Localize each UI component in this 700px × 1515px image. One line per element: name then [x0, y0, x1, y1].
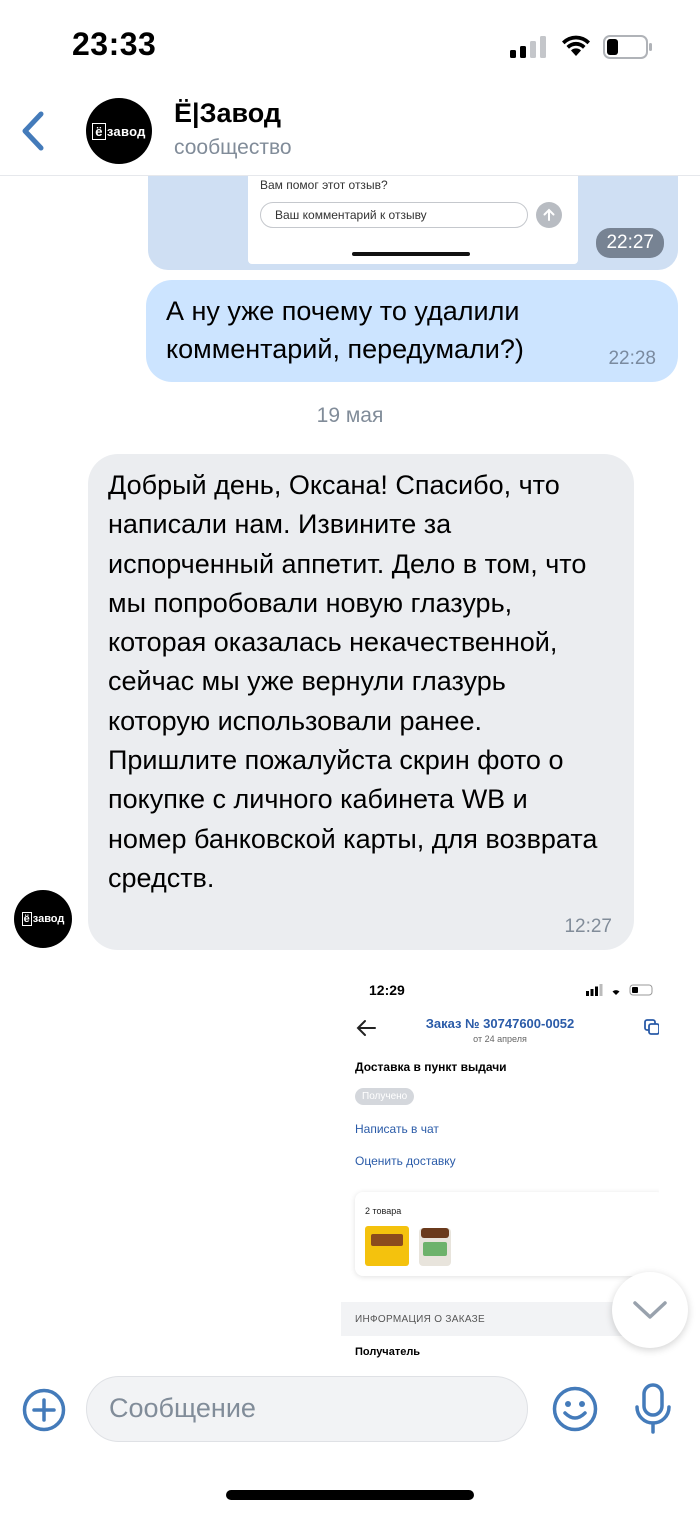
back-button[interactable]	[14, 108, 54, 154]
review-question: Вам помог этот отзыв?	[260, 178, 388, 192]
order-title: Заказ № 30747600-0052	[425, 1016, 575, 1031]
status-badge: Получено	[355, 1088, 415, 1105]
review-comment-field: Ваш комментарий к отзыву	[260, 202, 528, 228]
copy-icon	[644, 1019, 659, 1035]
battery-icon	[603, 35, 652, 59]
attach-plus-button[interactable]	[22, 1388, 66, 1432]
message-text: Добрый день, Оксана! Спасибо, что написа…	[108, 470, 598, 893]
wifi-icon	[562, 35, 590, 56]
chat-subtitle: сообщество	[174, 136, 292, 159]
microphone-button[interactable]	[632, 1382, 674, 1436]
product-thumbnail-snack	[365, 1226, 409, 1266]
avatar-logo-text: завод	[32, 913, 65, 925]
screenshot-home-bar	[352, 252, 470, 256]
items-card: 2 товара	[355, 1192, 659, 1276]
scroll-down-button[interactable]	[612, 1272, 688, 1348]
cellular-signal-icon	[510, 36, 546, 58]
chat-link: Написать в чат	[355, 1122, 439, 1136]
message-time: 12:27	[564, 916, 612, 937]
chevron-down-icon	[633, 1301, 667, 1319]
chat-title[interactable]: Ё|Завод	[174, 98, 281, 129]
avatar-logo-box: ё	[21, 912, 32, 926]
send-arrow-icon	[536, 202, 562, 228]
avatar-logo-text: завод	[106, 123, 146, 139]
chat-header: ё завод Ё|Завод сообщество	[0, 90, 700, 176]
sender-avatar[interactable]: ё завод	[14, 890, 72, 948]
emoji-button[interactable]	[552, 1386, 598, 1432]
delivery-type: Доставка в пункт выдачи	[355, 1060, 507, 1074]
status-time: 23:33	[72, 26, 157, 62]
image-message[interactable]: Вам помог этот отзыв? Ваш комментарий к …	[148, 176, 678, 270]
screenshot-time: 12:29	[369, 982, 405, 998]
attached-screenshot: Вам помог этот отзыв? Ваш комментарий к …	[248, 176, 578, 264]
screenshot-status-icons	[586, 984, 653, 996]
composer-bar: Сообщение	[0, 1366, 700, 1515]
items-count: 2 товара	[365, 1206, 402, 1216]
rate-delivery-link: Оценить доставку	[355, 1154, 456, 1168]
outgoing-message[interactable]: А ну уже почему то удалили комментарий, …	[146, 280, 678, 382]
product-thumbnail-jar	[419, 1228, 451, 1266]
date-separator: 19 мая	[316, 404, 384, 427]
status-bar: 23:33	[0, 0, 700, 90]
community-avatar[interactable]: ё завод	[86, 98, 152, 164]
message-input[interactable]: Сообщение	[86, 1376, 528, 1442]
message-time: 22:27	[596, 228, 664, 258]
order-date: от 24 апреля	[473, 1034, 527, 1044]
home-indicator	[226, 1490, 474, 1500]
message-time: 22:28	[608, 348, 656, 369]
avatar-logo-box: ё	[92, 122, 106, 140]
message-text: А ну уже почему то удалили комментарий, …	[166, 296, 524, 364]
recipient-label: Получатель	[355, 1346, 421, 1358]
incoming-message[interactable]: Добрый день, Оксана! Спасибо, что написа…	[88, 454, 634, 950]
message-list[interactable]: Вам помог этот отзыв? Ваш комментарий к …	[0, 176, 700, 1366]
